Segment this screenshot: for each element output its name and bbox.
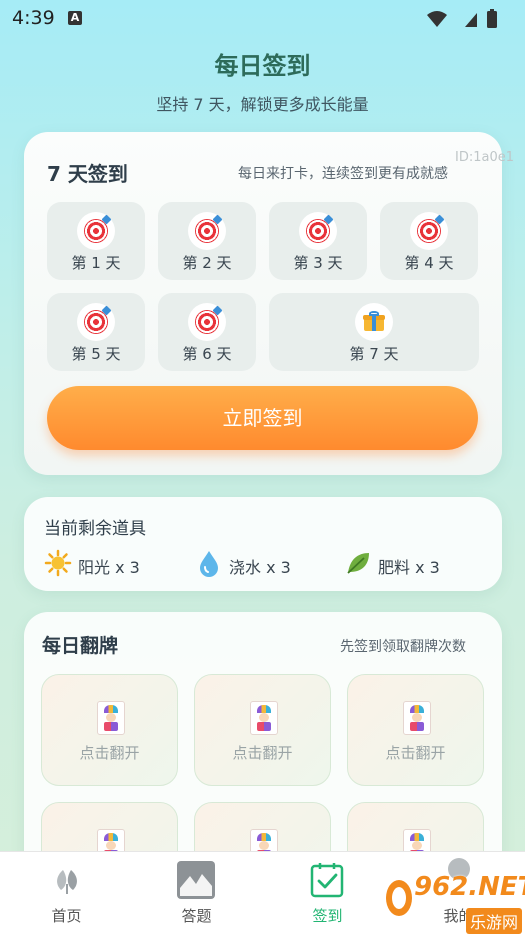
checkin-icon — [310, 863, 344, 898]
flip-card-label: 点击翻开 — [232, 744, 293, 762]
day-card-5[interactable]: 第 5 天 — [47, 293, 145, 371]
target-icon — [77, 212, 115, 250]
target-icon — [410, 212, 448, 250]
tab-label: 首页 — [51, 907, 82, 925]
target-icon — [77, 303, 115, 341]
day-label: 第 3 天 — [293, 254, 343, 272]
id-tag: ID:1a0e1 — [455, 150, 515, 165]
signal-battery-icon — [427, 9, 497, 28]
target-icon — [188, 212, 226, 250]
day-label: 第 6 天 — [182, 345, 232, 363]
prop-fertilizer: 肥料 x 3 — [344, 549, 440, 577]
signin-subtitle: 每日来打卡，连续签到更有成就感 — [238, 166, 448, 182]
prop-water: 浇水 x 3 — [195, 549, 291, 577]
prop-label: 阳光 x 3 — [78, 558, 140, 577]
joker-card-icon — [97, 701, 125, 735]
quiz-icon — [177, 861, 215, 899]
target-icon — [188, 303, 226, 341]
sun-icon — [44, 549, 72, 577]
flip-card[interactable]: 点击翻开 — [347, 674, 484, 786]
status-bar: 4:39 A — [0, 0, 525, 36]
day-card-1[interactable]: 第 1 天 — [47, 202, 145, 280]
day-label: 第 5 天 — [71, 345, 121, 363]
leaf-icon — [347, 553, 369, 574]
flip-subtitle: 先签到领取翻牌次数 — [340, 639, 466, 655]
tab-quiz[interactable]: 答题 — [144, 852, 249, 936]
flip-card-label: 点击翻开 — [79, 744, 140, 762]
watermark-text: 962.NET — [414, 872, 525, 902]
day-card-2[interactable]: 第 2 天 — [158, 202, 256, 280]
watermark-subtext: 乐游网 — [466, 908, 523, 934]
day-label: 第 1 天 — [71, 254, 121, 272]
water-drop-icon — [200, 551, 218, 577]
day-label: 第 2 天 — [182, 254, 232, 272]
notification-a-icon: A — [68, 11, 82, 25]
day-card-7[interactable]: 第 7 天 — [269, 293, 479, 371]
prop-label: 浇水 x 3 — [229, 558, 291, 577]
flip-card[interactable]: 点击翻开 — [41, 674, 178, 786]
watermark-logo-icon — [386, 880, 412, 916]
day-card-6[interactable]: 第 6 天 — [158, 293, 256, 371]
signin-button[interactable]: 立即签到 — [47, 386, 478, 450]
day-card-3[interactable]: 第 3 天 — [269, 202, 367, 280]
flip-card-label: 点击翻开 — [385, 744, 446, 762]
page-subtitle: 坚持 7 天，解锁更多成长能量 — [156, 95, 369, 114]
flip-title: 每日翻牌 — [42, 635, 119, 657]
status-time: 4:39 — [12, 7, 55, 29]
site-watermark: 962.NET 乐游网 — [378, 868, 525, 935]
page-title: 每日签到 — [214, 52, 311, 80]
day-card-4[interactable]: 第 4 天 — [380, 202, 478, 280]
joker-card-icon — [403, 701, 431, 735]
tab-home[interactable]: 首页 — [14, 852, 119, 936]
flip-card[interactable]: 点击翻开 — [194, 674, 331, 786]
tab-checkin[interactable]: 签到 — [275, 852, 380, 936]
tab-label: 签到 — [312, 907, 343, 925]
home-icon — [57, 870, 77, 894]
props-title: 当前剩余道具 — [44, 519, 146, 539]
tab-label: 答题 — [181, 907, 212, 925]
day-label: 第 7 天 — [349, 345, 399, 363]
day-label: 第 4 天 — [404, 254, 454, 272]
prop-sun: 阳光 x 3 — [44, 549, 140, 577]
target-icon — [299, 212, 337, 250]
gift-icon — [355, 303, 393, 341]
joker-card-icon — [250, 701, 278, 735]
signin-title: 7 天签到 — [47, 162, 128, 186]
prop-label: 肥料 x 3 — [378, 558, 440, 577]
